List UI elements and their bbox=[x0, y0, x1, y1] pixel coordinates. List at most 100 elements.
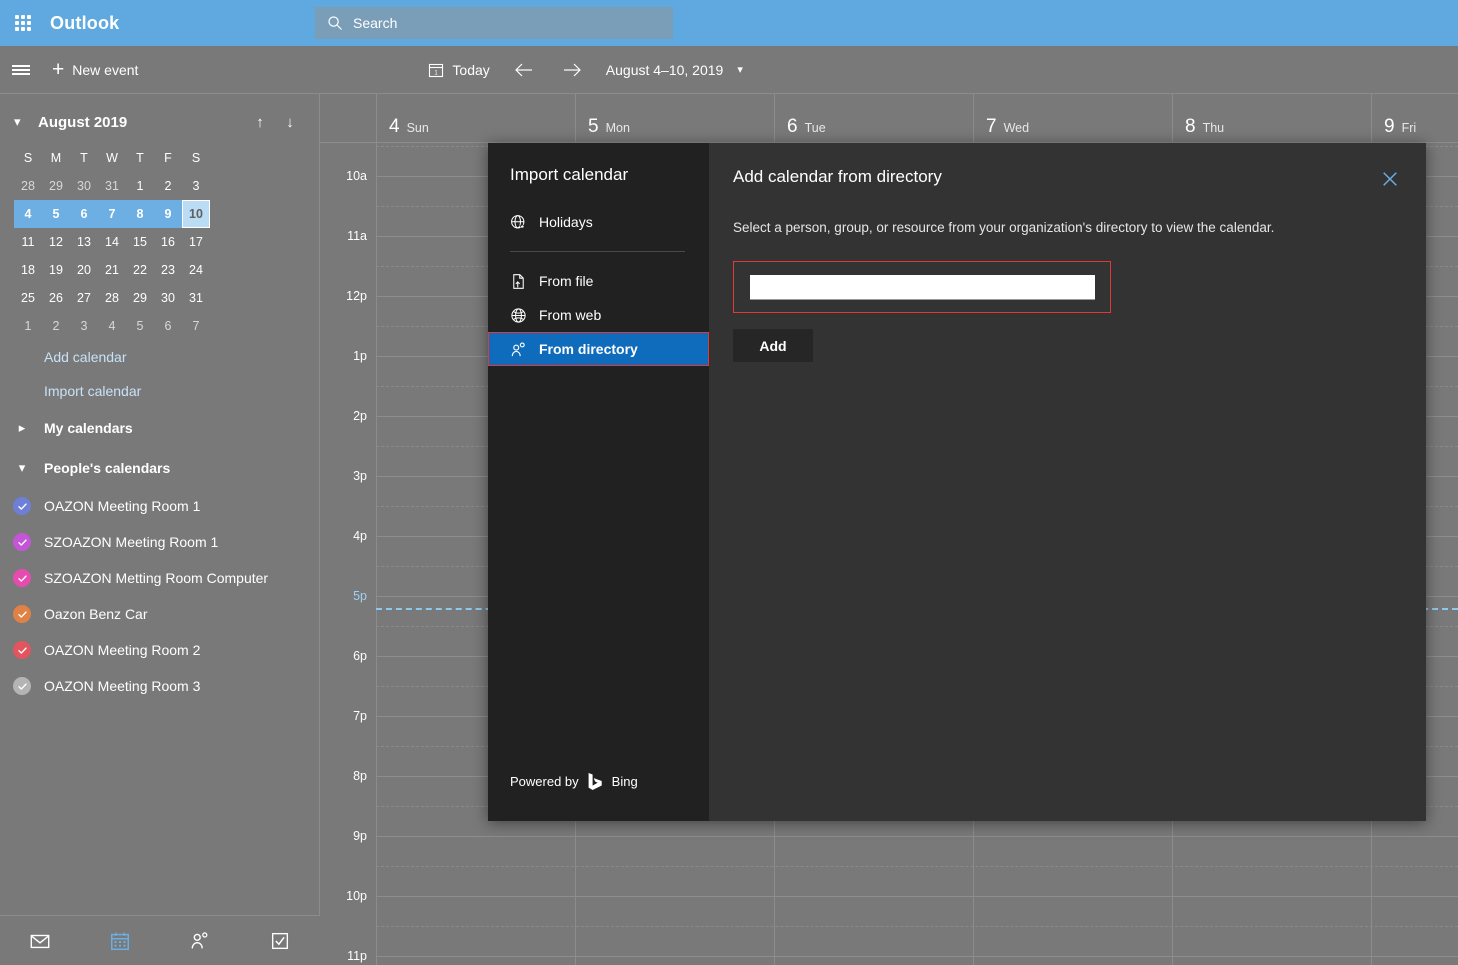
mini-calendar-day[interactable]: 16 bbox=[154, 228, 182, 256]
mini-calendar-day[interactable]: 7 bbox=[98, 200, 126, 228]
mini-calendar-day[interactable]: 3 bbox=[70, 312, 98, 340]
calendar-list-item[interactable]: SZOAZON Meeting Room 1 bbox=[0, 524, 319, 560]
dialog-nav-panel: Import calendar Holidays From file From … bbox=[488, 143, 709, 821]
dialog-nav-from-directory[interactable]: From directory bbox=[488, 332, 709, 366]
dialog-nav-from-file[interactable]: From file bbox=[488, 264, 709, 298]
day-header-cell[interactable]: 7 Wed bbox=[973, 94, 1172, 142]
day-header-cell[interactable]: 8 Thu bbox=[1172, 94, 1371, 142]
calendar-checkbox[interactable] bbox=[13, 641, 31, 659]
mini-calendar-day[interactable]: 13 bbox=[70, 228, 98, 256]
calendar-checkbox[interactable] bbox=[13, 533, 31, 551]
command-bar: + New event 1 Today August 4–10, 2019 ▾ bbox=[0, 46, 1458, 94]
mini-calendar-day[interactable]: 26 bbox=[42, 284, 70, 312]
mini-calendar-day[interactable]: 21 bbox=[98, 256, 126, 284]
calendar-list-item[interactable]: Oazon Benz Car bbox=[0, 596, 319, 632]
mini-calendar-day[interactable]: 5 bbox=[126, 312, 154, 340]
calendar-today-icon: 1 bbox=[429, 63, 444, 77]
mini-calendar-day[interactable]: 8 bbox=[126, 200, 154, 228]
mini-calendar-day[interactable]: 2 bbox=[154, 172, 182, 200]
app-launcher-icon[interactable] bbox=[0, 0, 46, 46]
mini-calendar-day[interactable]: 7 bbox=[182, 312, 210, 340]
mini-calendar-day[interactable]: 6 bbox=[70, 200, 98, 228]
mini-calendar-day[interactable]: 14 bbox=[98, 228, 126, 256]
powered-by-label: Powered by bbox=[510, 774, 579, 789]
previous-week-button[interactable] bbox=[500, 46, 548, 93]
mini-calendar-day[interactable]: 22 bbox=[126, 256, 154, 284]
mini-calendar-day[interactable]: 27 bbox=[70, 284, 98, 312]
calendar-checkbox[interactable] bbox=[13, 497, 31, 515]
mini-calendar-day[interactable]: 6 bbox=[154, 312, 182, 340]
mini-calendar-day[interactable]: 4 bbox=[98, 312, 126, 340]
peoples-calendars-section[interactable]: ▾ People's calendars bbox=[0, 448, 319, 488]
mini-calendar-day[interactable]: 30 bbox=[70, 172, 98, 200]
day-header-cell[interactable]: 6 Tue bbox=[774, 94, 973, 142]
mini-calendar-day[interactable]: 5 bbox=[42, 200, 70, 228]
import-calendar-link[interactable]: Import calendar bbox=[0, 374, 319, 408]
calendar-nav-button[interactable] bbox=[80, 916, 160, 965]
mini-calendar-day[interactable]: 3 bbox=[182, 172, 210, 200]
mini-calendar-day[interactable]: 25 bbox=[14, 284, 42, 312]
date-range-picker[interactable]: August 4–10, 2019 ▾ bbox=[596, 46, 753, 93]
hamburger-icon[interactable] bbox=[0, 46, 42, 93]
dialog-nav-from-web-label: From web bbox=[539, 307, 602, 323]
calendar-checkbox[interactable] bbox=[13, 569, 31, 587]
add-button[interactable]: Add bbox=[733, 329, 813, 362]
mini-calendar-day[interactable]: 9 bbox=[154, 200, 182, 228]
mini-calendar-day[interactable]: 10 bbox=[182, 200, 210, 228]
mini-calendar-day[interactable]: 15 bbox=[126, 228, 154, 256]
dialog-nav-holidays-label: Holidays bbox=[539, 214, 593, 230]
calendar-checkbox[interactable] bbox=[13, 677, 31, 695]
mini-calendar-day[interactable]: 28 bbox=[14, 172, 42, 200]
calendar-list-item[interactable]: SZOAZON Metting Room Computer bbox=[0, 560, 319, 596]
dialog-nav-holidays[interactable]: Holidays bbox=[488, 205, 709, 239]
mini-calendar-day[interactable]: 29 bbox=[42, 172, 70, 200]
person-directory-icon bbox=[511, 342, 525, 356]
mini-calendar-day[interactable]: 1 bbox=[126, 172, 154, 200]
directory-search-input[interactable] bbox=[750, 274, 1095, 300]
mail-nav-button[interactable] bbox=[0, 916, 80, 965]
calendar-list-item[interactable]: OAZON Meeting Room 1 bbox=[0, 488, 319, 524]
app-brand-outlook[interactable]: Outlook bbox=[50, 13, 119, 34]
mini-calendar-day[interactable]: 31 bbox=[182, 284, 210, 312]
mini-calendar-day[interactable]: 1 bbox=[14, 312, 42, 340]
mini-calendar-day[interactable]: 11 bbox=[14, 228, 42, 256]
add-calendar-link[interactable]: Add calendar bbox=[0, 340, 319, 374]
people-nav-button[interactable] bbox=[160, 916, 240, 965]
tasks-nav-button[interactable] bbox=[240, 916, 320, 965]
calendar-list-item[interactable]: OAZON Meeting Room 3 bbox=[0, 668, 319, 704]
time-gutter-label: 8p bbox=[353, 769, 367, 783]
calendar-list: OAZON Meeting Room 1 SZOAZON Meeting Room… bbox=[0, 488, 319, 704]
mini-calendar-day[interactable]: 28 bbox=[98, 284, 126, 312]
arrow-down-icon[interactable]: ↓ bbox=[275, 114, 305, 131]
calendar-list-item-label: Oazon Benz Car bbox=[44, 606, 148, 622]
day-header-cell[interactable]: 4 Sun bbox=[376, 94, 575, 142]
dialog-nav-from-web[interactable]: From web bbox=[488, 298, 709, 332]
my-calendars-section[interactable]: ▸ My calendars bbox=[0, 408, 319, 448]
next-week-button[interactable] bbox=[548, 46, 596, 93]
mini-calendar-day[interactable]: 29 bbox=[126, 284, 154, 312]
day-header-cell[interactable]: 9 Fri bbox=[1371, 94, 1458, 142]
mini-calendar-day[interactable]: 24 bbox=[182, 256, 210, 284]
mini-calendar-day[interactable]: 20 bbox=[70, 256, 98, 284]
mini-calendar-day[interactable]: 30 bbox=[154, 284, 182, 312]
mini-calendar-day[interactable]: 31 bbox=[98, 172, 126, 200]
mini-calendar-day[interactable]: 12 bbox=[42, 228, 70, 256]
mini-calendar-day[interactable]: 19 bbox=[42, 256, 70, 284]
day-header-cell[interactable]: 5 Mon bbox=[575, 94, 774, 142]
calendar-list-item[interactable]: OAZON Meeting Room 2 bbox=[0, 632, 319, 668]
today-button[interactable]: 1 Today bbox=[418, 46, 499, 93]
time-gutter: 10a 11a 12p 1p 2p 3p 4p 5p 6p 7p 8p 9p 10p 11p bbox=[320, 143, 376, 965]
mini-calendar-day[interactable]: 2 bbox=[42, 312, 70, 340]
mini-calendar-day[interactable]: 18 bbox=[14, 256, 42, 284]
mini-calendar-day[interactable]: 17 bbox=[182, 228, 210, 256]
close-icon[interactable] bbox=[1376, 165, 1404, 193]
arrow-up-icon[interactable]: ↑ bbox=[245, 114, 275, 131]
mini-calendar-day[interactable]: 4 bbox=[14, 200, 42, 228]
mini-calendar-day[interactable]: 23 bbox=[154, 256, 182, 284]
directory-input-highlight bbox=[733, 261, 1111, 313]
search-box[interactable]: Search bbox=[315, 7, 673, 39]
chevron-down-icon[interactable]: ▾ bbox=[14, 114, 38, 130]
calendar-checkbox[interactable] bbox=[13, 605, 31, 623]
new-event-button[interactable]: + New event bbox=[42, 46, 148, 93]
grid-hour-line bbox=[376, 956, 1458, 957]
